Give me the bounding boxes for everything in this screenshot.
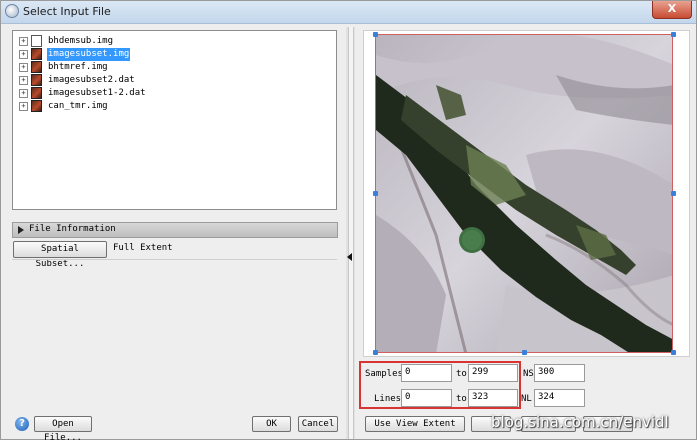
file-icon bbox=[31, 35, 42, 47]
expand-icon[interactable]: + bbox=[19, 63, 28, 72]
title-bar[interactable]: Select Input File X bbox=[1, 1, 696, 24]
expand-icon[interactable]: + bbox=[19, 37, 28, 46]
resize-handle[interactable] bbox=[671, 32, 676, 37]
expand-triangle-icon bbox=[18, 226, 24, 234]
close-button[interactable]: X bbox=[652, 1, 692, 19]
expand-icon[interactable]: + bbox=[19, 76, 28, 85]
app-icon bbox=[5, 4, 19, 18]
splitter-bar[interactable] bbox=[348, 27, 354, 439]
annotation-highlight-box bbox=[359, 361, 521, 409]
file-information-label: File Information bbox=[29, 224, 116, 234]
file-tree[interactable]: + bhdemsub.img + imagesubset.img + bhtmr… bbox=[12, 30, 337, 210]
image-file-icon bbox=[31, 74, 42, 86]
cancel-button[interactable]: Cancel bbox=[298, 416, 338, 432]
select-input-file-dialog: Select Input File X + bhdemsub.img + ima… bbox=[0, 0, 697, 443]
expand-icon[interactable]: + bbox=[19, 102, 28, 111]
expand-icon[interactable]: + bbox=[19, 89, 28, 98]
file-information-toggle[interactable]: File Information bbox=[12, 222, 338, 238]
watermark: blog.sina.com.cn/envidl bbox=[491, 413, 669, 431]
resize-handle[interactable] bbox=[373, 32, 378, 37]
file-name: imagesubset.img bbox=[47, 48, 131, 61]
image-file-icon bbox=[31, 100, 42, 112]
ok-button[interactable]: OK bbox=[252, 416, 291, 432]
file-name: bhdemsub.img bbox=[48, 36, 114, 46]
file-name: imagesubset2.dat bbox=[48, 75, 135, 85]
file-name: bhtmref.img bbox=[48, 62, 108, 72]
resize-handle[interactable] bbox=[373, 350, 378, 355]
image-preview[interactable] bbox=[375, 34, 673, 353]
file-name: imagesubset1-2.dat bbox=[48, 88, 146, 98]
panel-splitter[interactable] bbox=[346, 27, 355, 439]
spatial-subset-button[interactable]: Spatial Subset... bbox=[13, 241, 107, 269]
nl-field[interactable]: 324 bbox=[534, 389, 585, 407]
resize-handle[interactable] bbox=[522, 350, 527, 355]
divider bbox=[12, 259, 337, 260]
ns-label: NS bbox=[523, 369, 534, 379]
use-view-extent-button[interactable]: Use View Extent bbox=[365, 416, 465, 432]
help-icon[interactable]: ? bbox=[15, 417, 29, 431]
file-name: can_tmr.img bbox=[48, 101, 108, 111]
image-file-icon bbox=[31, 87, 42, 99]
resize-handle[interactable] bbox=[671, 350, 676, 355]
collapse-arrow-icon[interactable] bbox=[347, 253, 352, 261]
spatial-subset-value: Full Extent bbox=[113, 243, 173, 253]
resize-handle[interactable] bbox=[373, 191, 378, 196]
resize-handle[interactable] bbox=[671, 191, 676, 196]
image-file-icon bbox=[31, 48, 42, 60]
image-file-icon bbox=[31, 61, 42, 73]
nl-label: NL bbox=[521, 394, 532, 404]
ns-field[interactable]: 300 bbox=[534, 364, 585, 382]
expand-icon[interactable]: + bbox=[19, 50, 28, 59]
window-title: Select Input File bbox=[23, 5, 111, 18]
open-file-button[interactable]: Open File... bbox=[34, 416, 92, 443]
satellite-image bbox=[376, 35, 672, 352]
